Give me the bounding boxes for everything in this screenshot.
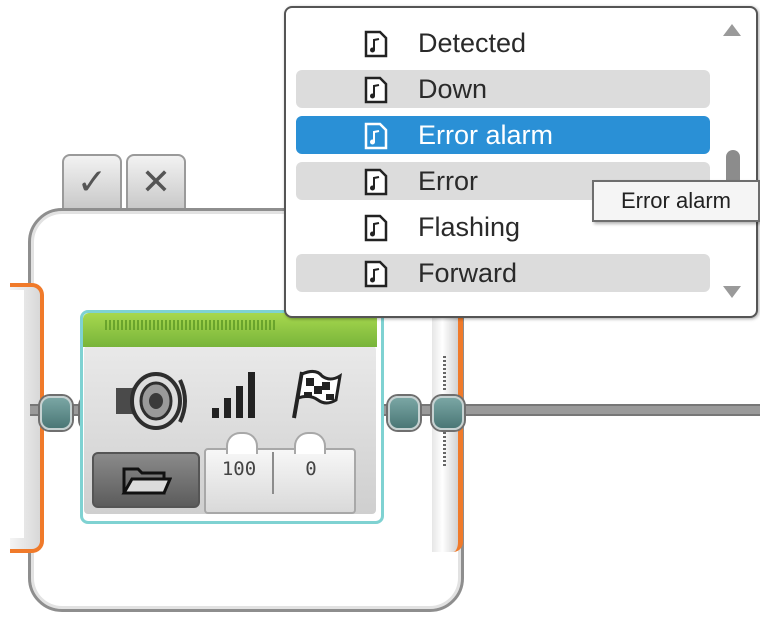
finish-flag-icon[interactable] — [286, 368, 342, 420]
sequence-connector[interactable] — [388, 396, 420, 430]
list-item[interactable]: Down — [296, 70, 710, 108]
loop-input-connector[interactable] — [40, 396, 72, 430]
sound-file-icon — [364, 122, 388, 150]
scroll-down-arrow-icon[interactable] — [723, 286, 741, 298]
rail-grip-top — [443, 356, 446, 390]
checkmark-icon: ✓ — [76, 161, 108, 203]
close-icon: ✕ — [140, 161, 172, 203]
folder-icon — [121, 467, 172, 495]
play-type-input-notch[interactable] — [294, 432, 326, 454]
list-item-label: Error — [418, 166, 478, 196]
speaker-icon[interactable] — [112, 370, 190, 432]
play-type-value[interactable]: 0 — [276, 458, 346, 488]
loop-output-connector[interactable] — [432, 396, 464, 430]
sound-block-header[interactable] — [83, 313, 377, 347]
sound-file-icon — [364, 214, 388, 242]
sound-block-header-grip — [105, 320, 275, 330]
list-item-label: Detected — [418, 28, 527, 58]
volume-icon[interactable] — [208, 368, 264, 420]
tooltip: Error alarm — [592, 180, 760, 222]
cancel-button[interactable]: ✕ — [126, 154, 186, 208]
loop-left-rail-inner — [10, 290, 24, 538]
file-select-button[interactable] — [92, 452, 200, 508]
confirm-button[interactable]: ✓ — [62, 154, 122, 208]
list-item[interactable]: Detected — [296, 24, 710, 62]
volume-value[interactable]: 100 — [204, 458, 274, 488]
volume-input-notch[interactable] — [226, 432, 258, 454]
scroll-up-arrow-icon[interactable] — [723, 24, 741, 36]
sound-file-icon — [364, 76, 388, 104]
sound-file-icon — [364, 260, 388, 288]
list-item-label: Down — [418, 74, 488, 104]
sound-file-icon — [364, 30, 388, 58]
list-item[interactable]: Forward — [296, 254, 710, 292]
list-item-label: Error alarm — [418, 120, 554, 150]
list-item-label: Forward — [418, 258, 518, 288]
rail-grip-bottom — [443, 432, 446, 466]
sound-file-icon — [364, 168, 388, 196]
sound-file-dropdown[interactable]: Detected Down Error alarm Error Flashing… — [284, 6, 758, 318]
list-item-selected[interactable]: Error alarm — [296, 116, 710, 154]
list-item-label: Flashing — [418, 212, 521, 242]
